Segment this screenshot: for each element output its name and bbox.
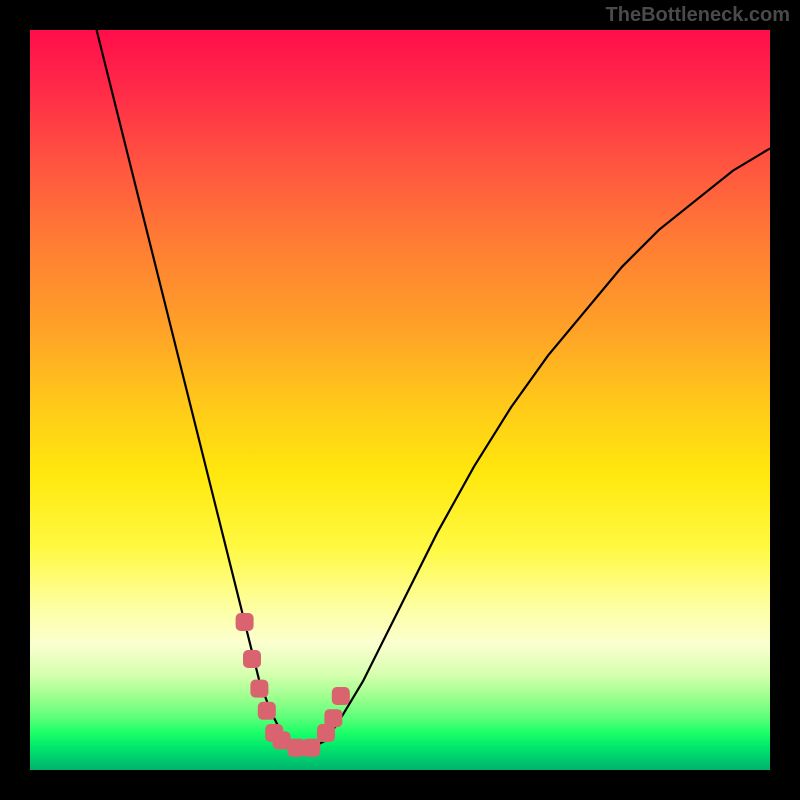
plot-area	[30, 30, 770, 770]
highlight-marker	[324, 709, 342, 727]
highlight-group	[236, 613, 350, 757]
highlight-marker	[258, 702, 276, 720]
highlight-marker	[250, 680, 268, 698]
curve-path	[97, 30, 770, 748]
watermark: TheBottleneck.com	[606, 4, 790, 27]
highlight-marker	[243, 650, 261, 668]
highlight-marker	[332, 687, 350, 705]
chart-svg	[30, 30, 770, 770]
highlight-marker	[236, 613, 254, 631]
highlight-marker	[302, 739, 320, 757]
